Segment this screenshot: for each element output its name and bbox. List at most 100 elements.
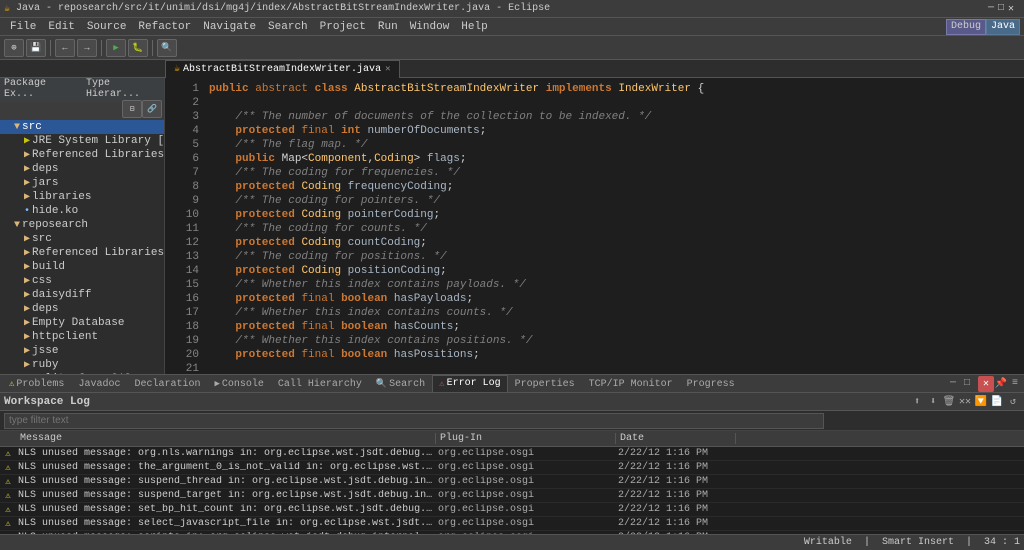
toolbar-forward[interactable]: → [77,39,97,57]
bottom-tab-javadoc[interactable]: Javadoc [71,375,127,393]
sidebar-collapse[interactable]: ⊟ [122,100,142,118]
tree-item-build[interactable]: ▶ build [0,260,164,274]
tree-item-ruby[interactable]: ▶ ruby [0,358,164,372]
log-row-plugin-1: org.eclipse.osgi [436,462,616,473]
menu-file[interactable]: File [4,21,42,33]
editor-area[interactable]: 1 public abstract class AbstractBitStrea… [165,78,1024,374]
editor-tab-file[interactable]: ☕ AbstractBitStreamIndexWriter.java ✕ [165,60,400,78]
menu-run[interactable]: Run [372,21,404,33]
tree-item-reflibs[interactable]: ▶ Referenced Libraries [0,148,164,162]
tree-item-css[interactable]: ▶ css [0,274,164,288]
log-delete-btn[interactable]: 🗑 [942,395,956,409]
tree-item-repo-src[interactable]: ▶ src [0,232,164,246]
perspective-debug[interactable]: Debug [946,19,986,35]
folder-icon-reflibs: ▶ [24,149,30,161]
log-table-header: Message Plug-In Date [0,431,1024,447]
tree-item-hideko[interactable]: • hide.ko [0,204,164,218]
bottom-extra-btn[interactable]: ≡ [1008,377,1022,391]
log-open-log-btn[interactable]: 📄 [990,395,1004,409]
bottom-tab-declaration[interactable]: Declaration [127,375,207,393]
log-import-btn[interactable]: ⬇ [926,395,940,409]
tree-item-libraries[interactable]: ▶ libraries [0,190,164,204]
tree-item-jsse[interactable]: ▶ jsse [0,344,164,358]
folder-icon-repo-reflibs: ▶ [24,247,30,259]
bottom-tab-tcpmon[interactable]: TCP/IP Monitor [582,375,680,393]
log-row-msg-4: NLS unused message: set_bp_hit_count in:… [16,504,436,515]
code-line-5: 5 /** The flag map. */ [165,138,1024,152]
code-line-16: 16 protected final boolean hasPayloads; [165,292,1024,306]
sidebar-package-header[interactable]: Package Ex... [0,78,82,102]
col-header-plugin[interactable]: Plug-In [436,433,616,444]
menu-search[interactable]: Search [262,21,314,33]
bottom-tab-progress[interactable]: Progress [680,375,742,393]
log-delete-all-btn[interactable]: ✕✕ [958,395,972,409]
col-header-date[interactable]: Date [616,433,736,444]
bottom-pin-btn[interactable]: 📌 [994,377,1008,391]
toolbar-debug[interactable]: 🐛 [128,39,148,57]
menu-refactor[interactable]: Refactor [132,21,197,33]
tree-item-httpclient[interactable]: ▶ httpclient [0,330,164,344]
sidebar-type-header[interactable]: Type Hierar... [82,78,164,102]
log-table: Message Plug-In Date ⚠NLS unused message… [0,431,1024,534]
tree-item-src[interactable]: ▼ src [0,120,164,134]
log-filter-btn[interactable]: 🔽 [974,395,988,409]
bottom-close-btn[interactable]: ✕ [978,376,994,392]
code-line-6: 6 public Map<Component,Coding> flags; [165,152,1024,166]
bottom-tab-callhierarchy[interactable]: Call Hierarchy [271,375,369,393]
tree-item-jre[interactable]: ▶ JRE System Library [jre6] [0,134,164,148]
toolbar-new[interactable]: ⊕ [4,39,24,57]
code-content[interactable]: 1 public abstract class AbstractBitStrea… [165,78,1024,374]
tree-item-reposearch[interactable]: ▼ reposearch [0,218,164,232]
editor-section: ☕ AbstractBitStreamIndexWriter.java ✕ Pa… [0,60,1024,374]
toolbar-run[interactable]: ▶ [106,39,126,57]
window-title: Java - reposearch/src/it/unimi/dsi/mg4j/… [16,3,550,14]
sidebar-link[interactable]: 🔗 [142,100,162,118]
bottom-tab-errorlog[interactable]: ⚠Error Log [432,375,507,393]
log-row-3[interactable]: ⚠NLS unused message: suspend_target in: … [0,489,1024,503]
filter-input[interactable] [4,413,824,429]
main-window: ☕ Java - reposearch/src/it/unimi/dsi/mg4… [0,0,1024,550]
menu-help[interactable]: Help [455,21,493,33]
log-rows-container: ⚠NLS unused message: org.nls.warnings in… [0,447,1024,534]
log-row-0[interactable]: ⚠NLS unused message: org.nls.warnings in… [0,447,1024,461]
log-row-5[interactable]: ⚠NLS unused message: select_javascript_f… [0,517,1024,531]
bottom-tab-problems[interactable]: ⚠Problems [2,375,71,393]
log-row-2[interactable]: ⚠NLS unused message: suspend_thread in: … [0,475,1024,489]
tree-item-deps[interactable]: ▶ deps [0,162,164,176]
toolbar-back[interactable]: ← [55,39,75,57]
menu-project[interactable]: Project [314,21,372,33]
log-refresh-btn[interactable]: ↺ [1006,395,1020,409]
menu-edit[interactable]: Edit [42,21,80,33]
tree-item-repo-deps[interactable]: ▶ deps [0,302,164,316]
menu-window[interactable]: Window [404,21,456,33]
code-line-20: 20 protected final boolean hasPositions; [165,348,1024,362]
perspective-java[interactable]: Java [986,19,1020,35]
log-row-4[interactable]: ⚠NLS unused message: set_bp_hit_count in… [0,503,1024,517]
menu-navigate[interactable]: Navigate [197,21,262,33]
col-header-message[interactable]: Message [16,433,436,444]
toolbar-search[interactable]: 🔍 [157,39,177,57]
tree-item-repo-reflibs[interactable]: ▶ Referenced Libraries [0,246,164,260]
log-row-1[interactable]: ⚠NLS unused message: the_argument_0_is_n… [0,461,1024,475]
bottom-minimize-btn[interactable]: ─ [946,377,960,391]
code-line-7: 7 /** The coding for frequencies. */ [165,166,1024,180]
log-export-btn[interactable]: ⬆ [910,395,924,409]
log-row-date-3: 2/22/12 1:16 PM [616,490,736,501]
menu-source[interactable]: Source [81,21,133,33]
bottom-tab-search[interactable]: 🔍Search [369,375,432,393]
bottom-maximize-btn[interactable]: □ [960,377,974,391]
code-line-14: 14 protected Coding positionCoding; [165,264,1024,278]
folder-icon-jsse: ▶ [24,345,30,357]
tab-close-btn[interactable]: ✕ [385,64,390,74]
close-btn[interactable]: ✕ [1008,3,1014,15]
minimize-btn[interactable]: ─ [988,3,994,14]
maximize-btn[interactable]: □ [998,3,1004,14]
bottom-tab-console[interactable]: ▶Console [207,375,270,393]
status-separator2: | [966,537,972,548]
tree-item-jars[interactable]: ▶ jars [0,176,164,190]
bottom-tab-properties[interactable]: Properties [508,375,582,393]
tree-item-emptydb[interactable]: ▶ Empty Database [0,316,164,330]
tree-item-daisydiff[interactable]: ▶ daisydiff [0,288,164,302]
toolbar-save[interactable]: 💾 [26,39,46,57]
folder-icon-src: ▼ [14,122,20,133]
